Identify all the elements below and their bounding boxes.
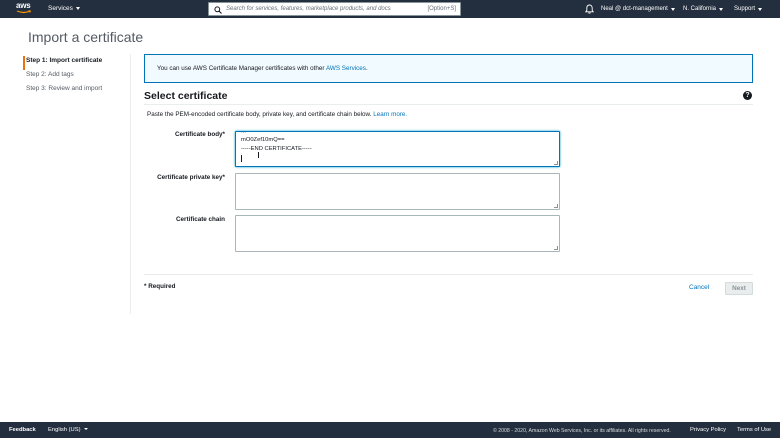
search-shortcut: [Option+S] (427, 6, 456, 12)
aws-logo[interactable]: aws (16, 2, 34, 16)
form-footer-divider (144, 274, 753, 275)
certificate-body-label: Certificate body* (174, 131, 225, 138)
resize-handle-icon[interactable] (554, 161, 558, 165)
certificate-chain-label: Certificate chain (176, 216, 225, 223)
console-footer: Feedback English (US) © 2008 - 2020, Ama… (0, 422, 780, 438)
next-button[interactable]: Next (725, 282, 753, 295)
language-label: English (US) (48, 427, 81, 433)
learn-more-link[interactable]: Learn more. (373, 111, 407, 118)
resize-handle-icon[interactable] (554, 204, 558, 208)
ibeam-cursor-icon (258, 152, 261, 158)
certificate-body-textarea[interactable]: ... mO0Zef10mQ== -----END CERTIFICATE---… (235, 129, 560, 167)
cancel-button[interactable]: Cancel (689, 283, 709, 293)
private-key-textarea[interactable] (235, 173, 560, 210)
chevron-down-icon (75, 7, 80, 10)
region-menu[interactable]: N. California (683, 5, 724, 13)
support-menu[interactable]: Support (734, 5, 763, 13)
account-menu[interactable]: Neal @ dct-management (601, 5, 675, 13)
account-label: Neal @ dct-management (601, 6, 668, 12)
privacy-policy-link[interactable]: Privacy Policy (690, 426, 726, 434)
search-bar[interactable]: Search for services, features, marketpla… (208, 2, 461, 16)
certificate-body-line: -----END CERTIFICATE----- (241, 146, 312, 152)
section-description: Paste the PEM-encoded certificate body, … (147, 111, 407, 119)
feedback-link[interactable]: Feedback (9, 426, 36, 434)
step-import-certificate[interactable]: Step 1: Import certificate (23, 56, 131, 70)
private-key-label: Certificate private key* (157, 174, 225, 181)
help-icon[interactable]: ? (743, 91, 752, 100)
chevron-down-icon (758, 7, 763, 11)
aws-services-link[interactable]: AWS Services (326, 65, 366, 72)
text-cursor (241, 155, 242, 162)
chevron-down-icon (670, 7, 675, 11)
search-placeholder: Search for services, features, marketpla… (226, 6, 391, 12)
info-alert: You can use AWS Certificate Manager cert… (144, 54, 753, 83)
services-menu[interactable]: Services (48, 5, 80, 12)
resize-handle-icon[interactable] (554, 246, 558, 250)
description-text: Paste the PEM-encoded certificate body, … (147, 111, 374, 118)
chevron-down-icon (83, 428, 88, 431)
info-text: You can use AWS Certificate Manager cert… (157, 65, 368, 73)
step-review-and-import[interactable]: Step 3: Review and import (23, 84, 131, 98)
certificate-body-line: mO0Zef10mQ== (241, 137, 285, 143)
aws-logo-text: aws (16, 1, 31, 10)
section-title: Select certificate (144, 90, 228, 102)
support-label: Support (734, 6, 756, 12)
page-title: Import a certificate (28, 29, 144, 45)
notification-bell-icon[interactable] (585, 4, 594, 14)
top-navigation-bar: aws Services Search for services, featur… (0, 0, 780, 18)
step-add-tags[interactable]: Step 2: Add tags (23, 70, 131, 84)
aws-smile-icon (16, 10, 32, 14)
info-text-body: You can use AWS Certificate Manager cert… (157, 65, 326, 72)
search-icon (214, 5, 222, 14)
terms-of-use-link[interactable]: Terms of Use (737, 426, 771, 434)
language-selector[interactable]: English (US) (48, 426, 88, 434)
region-label: N. California (683, 6, 717, 12)
certificate-body-line: ... (241, 129, 246, 135)
sidebar-divider (130, 54, 131, 314)
wizard-steps: Step 1: Import certificate Step 2: Add t… (23, 56, 131, 98)
chevron-down-icon (719, 7, 724, 11)
info-text-suffix: . (365, 65, 368, 72)
copyright-text: © 2008 - 2020, Amazon Web Services, Inc.… (493, 428, 671, 434)
certificate-chain-textarea[interactable] (235, 215, 560, 252)
section-divider (144, 104, 753, 105)
required-note: * Required (144, 283, 176, 290)
services-label: Services (48, 5, 73, 12)
